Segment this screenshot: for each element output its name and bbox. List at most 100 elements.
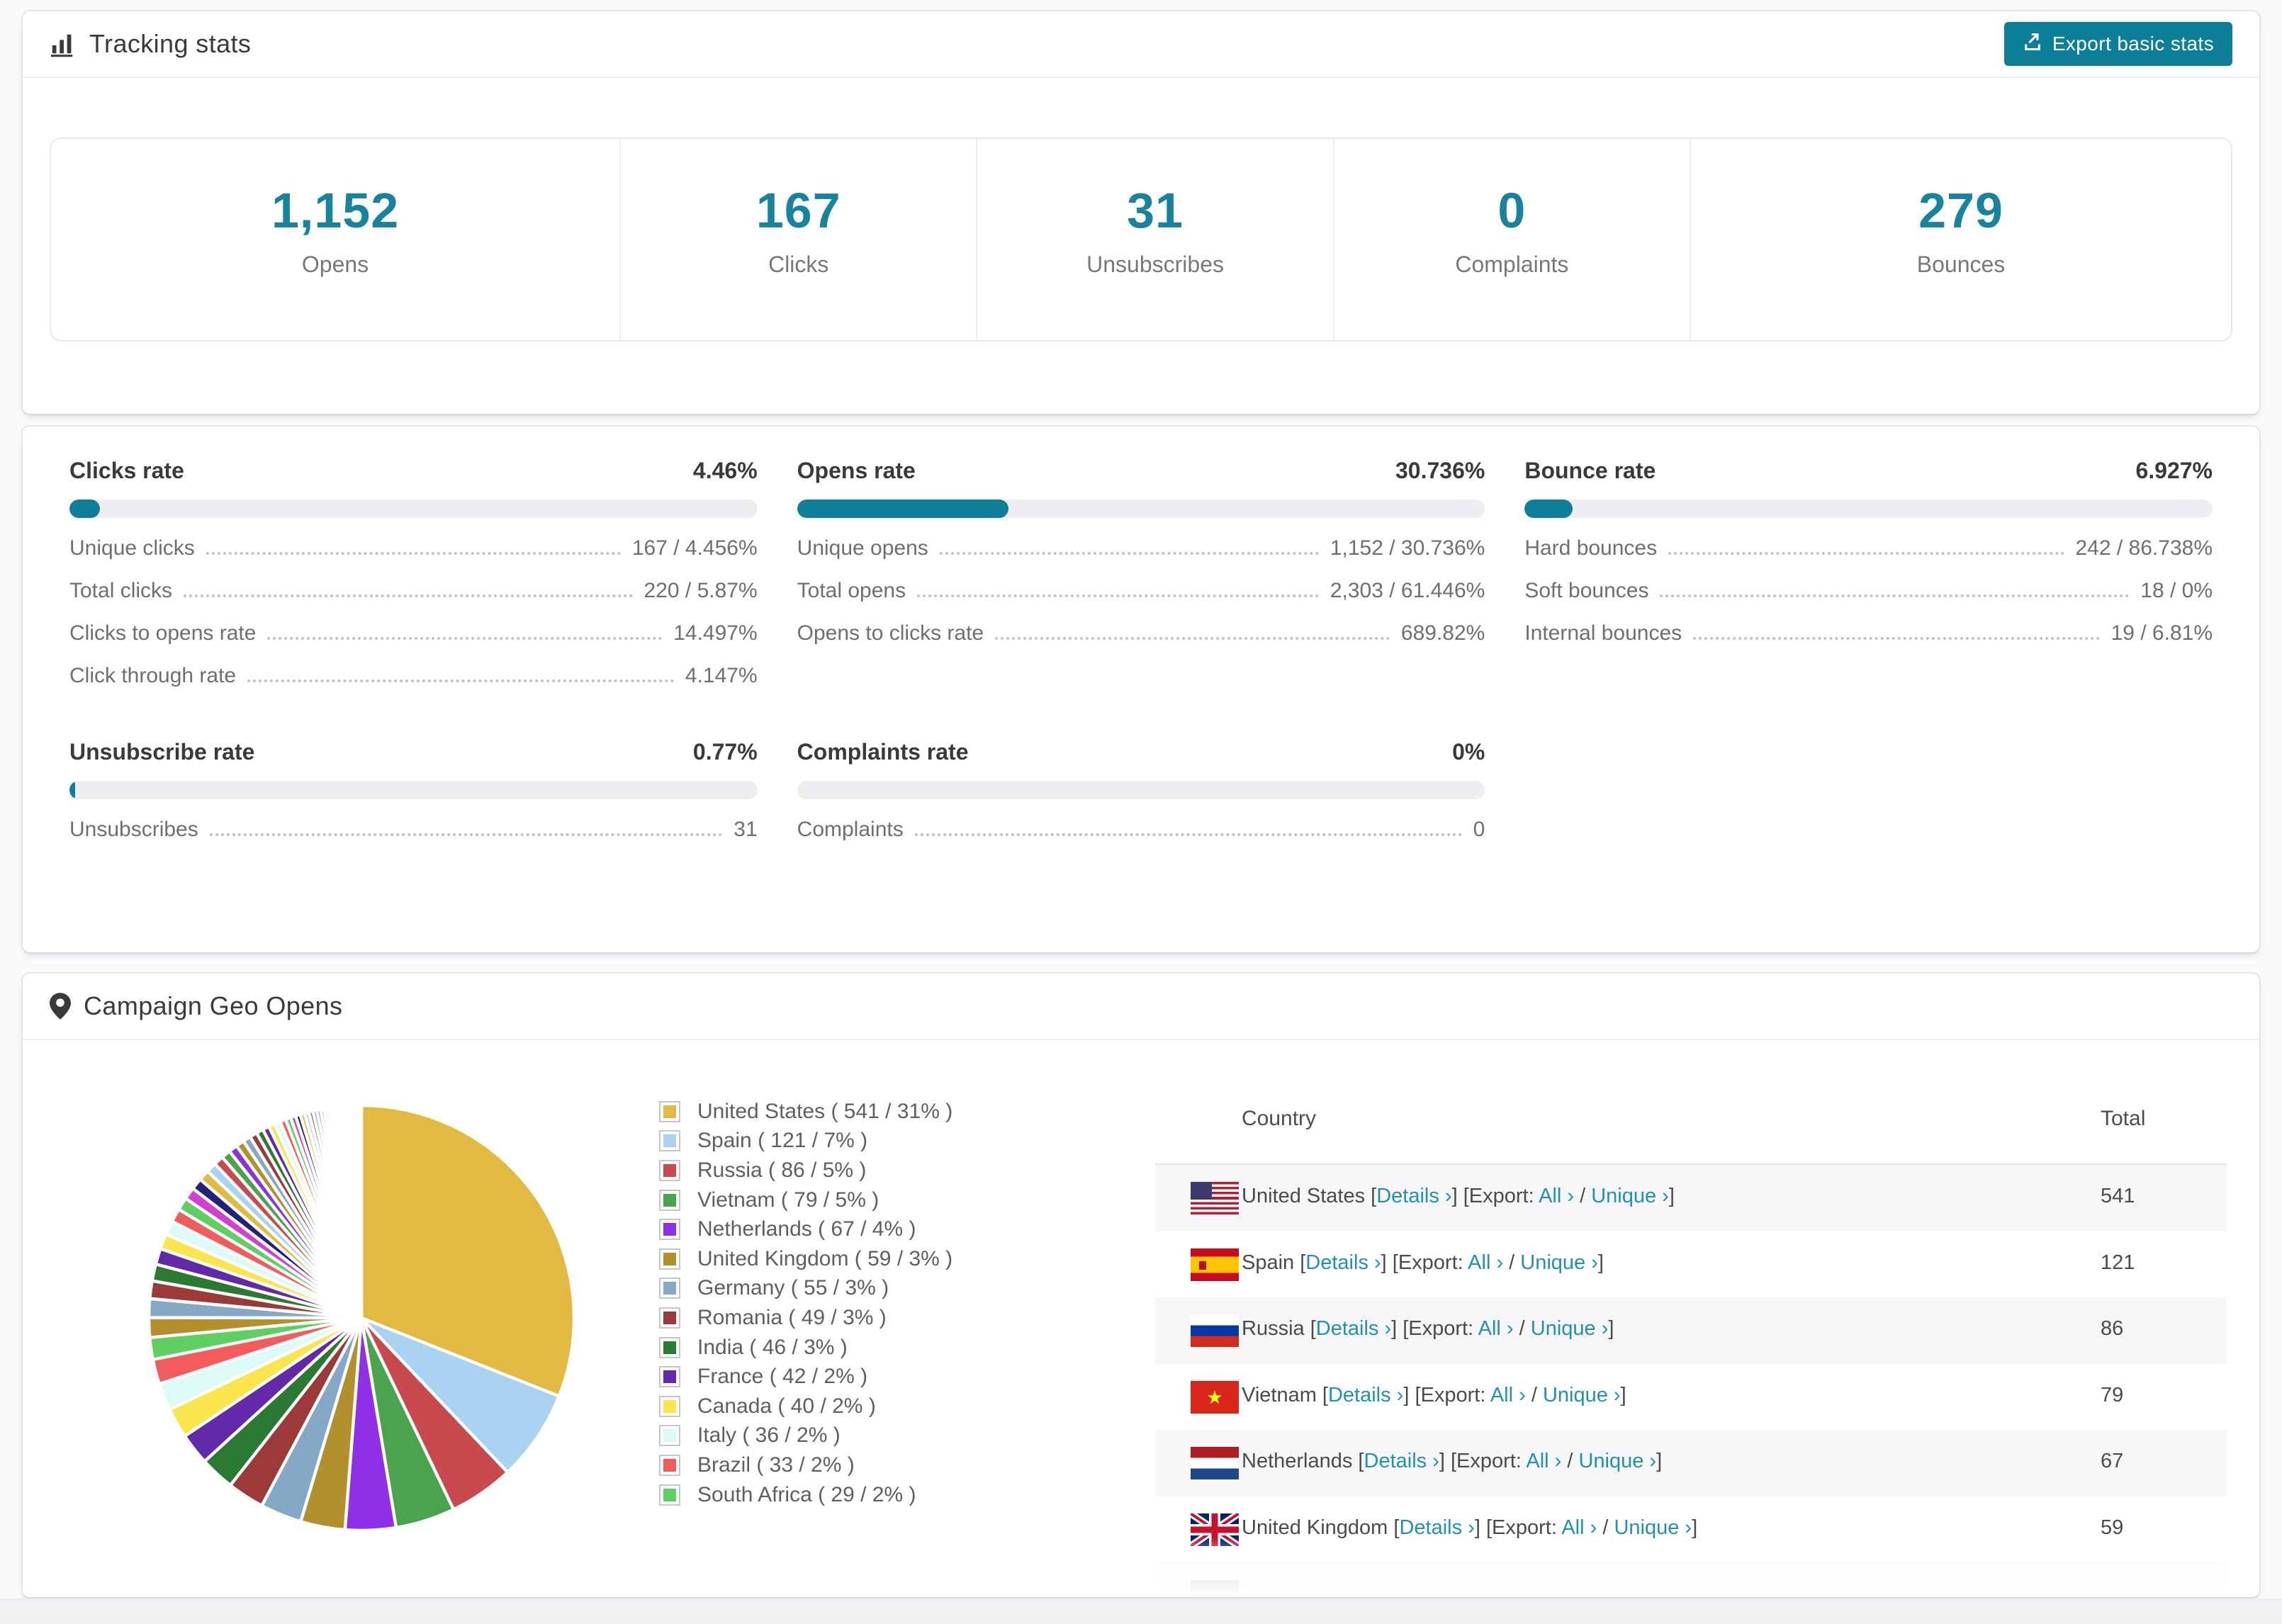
export-unique-link[interactable]: Unique › xyxy=(1543,1384,1621,1406)
export-all-link[interactable]: All › xyxy=(1468,1251,1503,1274)
legend-swatch xyxy=(659,1159,680,1181)
dotted-leader xyxy=(1660,594,2130,597)
rate-detail-row: Total clicks 220 / 5.87% xyxy=(69,579,758,603)
summary-stats-row: 1,152 Opens 167 Clicks 31 Unsubscribes 0 Compla… xyxy=(50,137,2232,342)
us-flag-icon xyxy=(1191,1182,1239,1214)
geo-table-body: United States [Details ›] [Export: All ›… xyxy=(1155,1165,2227,1597)
legend-item-brazil[interactable]: Brazil ( 33 / 2% ) xyxy=(659,1450,952,1480)
rate-value: 6.927% xyxy=(2135,458,2213,483)
rate-detail-row: Unsubscribes 31 xyxy=(69,818,758,842)
export-unique-link[interactable]: Unique › xyxy=(1578,1450,1656,1472)
legend-swatch xyxy=(659,1395,680,1417)
legend-item-netherlands[interactable]: Netherlands ( 67 / 4% ) xyxy=(659,1214,952,1244)
rate-detail-row: Complaints 0 xyxy=(797,818,1485,842)
stat-box-complaints: 0 Complaints xyxy=(1334,139,1692,340)
pie-slice-small[interactable] xyxy=(358,1103,364,1319)
legend-item-united-kingdom[interactable]: United Kingdom ( 59 / 3% ) xyxy=(659,1244,952,1274)
rate-block-bounce: Bounce rate 6.927% Hard bounces 242 / 86.73… xyxy=(1524,458,2213,688)
details-link[interactable]: Details › xyxy=(1316,1317,1391,1340)
legend-label: United States ( 541 / 31% ) xyxy=(697,1099,953,1123)
legend-swatch xyxy=(659,1454,680,1476)
export-unique-link[interactable]: Unique › xyxy=(1591,1185,1669,1207)
legend-item-south-africa[interactable]: South Africa ( 29 / 2% ) xyxy=(659,1480,952,1510)
stat-label: Complaints xyxy=(1455,251,1569,277)
legend-item-romania[interactable]: Romania ( 49 / 3% ) xyxy=(659,1303,952,1333)
legend-label: France ( 42 / 2% ) xyxy=(697,1365,868,1389)
geo-table-row-partial xyxy=(1155,1562,2227,1597)
geo-table-header-row: Country Total xyxy=(1155,1073,2227,1165)
legend-item-canada[interactable]: Canada ( 40 / 2% ) xyxy=(659,1392,952,1421)
rate-detail-value: 0 xyxy=(1473,818,1485,841)
rate-progress-track xyxy=(797,781,1485,799)
legend-item-spain[interactable]: Spain ( 121 / 7% ) xyxy=(659,1127,952,1156)
dotted-leader xyxy=(1693,637,2100,640)
tracking-stats-title-text: Tracking stats xyxy=(89,29,252,58)
vn-flag-icon xyxy=(1191,1380,1239,1414)
geo-title: Campaign Geo Opens xyxy=(50,991,342,1021)
campaign-stats-page: Tracking stats Export basic stats 1,152 O… xyxy=(0,0,2282,1624)
legend-item-united-states[interactable]: United States ( 541 / 31% ) xyxy=(659,1097,952,1127)
details-link[interactable]: Details › xyxy=(1376,1185,1451,1207)
es-flag-icon xyxy=(1191,1248,1239,1281)
geo-table-row: Netherlands [Details ›] [Export: All › /… xyxy=(1155,1430,2227,1496)
rates-grid: Clicks rate 4.46% Unique clicks 167 / 4.456… xyxy=(69,458,2213,842)
legend-item-italy[interactable]: Italy ( 36 / 2% ) xyxy=(659,1421,952,1451)
export-unique-link[interactable]: Unique › xyxy=(1520,1251,1598,1274)
rate-detail-value: 220 / 5.87% xyxy=(643,579,758,602)
tracking-stats-header: Tracking stats Export basic stats xyxy=(23,11,2259,78)
rate-detail-label: Opens to clicks rate xyxy=(797,621,984,645)
tracking-stats-card: Tracking stats Export basic stats 1,152 O… xyxy=(21,10,2261,415)
legend-item-germany[interactable]: Germany ( 55 / 3% ) xyxy=(659,1274,952,1304)
rate-detail-value: 167 / 4.456% xyxy=(631,536,758,560)
export-all-link[interactable]: All › xyxy=(1526,1450,1561,1472)
rate-detail-label: Unique clicks xyxy=(69,536,195,560)
export-basic-stats-button[interactable]: Export basic stats xyxy=(2003,22,2232,66)
geo-table-row: Vietnam [Details ›] [Export: All › / Uni… xyxy=(1155,1364,2227,1431)
rate-detail-label: Hard bounces xyxy=(1524,536,1658,560)
rate-progress-fill xyxy=(69,781,75,799)
export-all-link[interactable]: All › xyxy=(1478,1317,1514,1340)
export-all-link[interactable]: All › xyxy=(1539,1185,1574,1207)
legend-swatch xyxy=(659,1248,680,1270)
legend-item-france[interactable]: France ( 42 / 2% ) xyxy=(659,1362,952,1392)
stat-box-clicks: 167 Clicks xyxy=(621,139,978,340)
legend-label: Brazil ( 33 / 2% ) xyxy=(697,1453,855,1477)
legend-label: United Kingdom ( 59 / 3% ) xyxy=(697,1246,953,1270)
details-link[interactable]: Details › xyxy=(1364,1450,1439,1472)
stat-value: 0 xyxy=(1497,182,1527,238)
de-flag-icon xyxy=(1191,1579,1239,1597)
rate-progress-track xyxy=(69,500,758,518)
rate-progress-track xyxy=(797,500,1485,518)
rate-detail-value: 4.147% xyxy=(685,664,758,687)
stat-value: 167 xyxy=(755,182,841,238)
rate-title: Unsubscribe rate xyxy=(69,739,255,765)
export-all-link[interactable]: All › xyxy=(1561,1516,1597,1539)
total-cell: 67 xyxy=(2101,1450,2124,1473)
export-all-link[interactable]: All › xyxy=(1490,1384,1526,1406)
details-link[interactable]: Details › xyxy=(1305,1251,1381,1274)
rate-detail-value: 1,152 / 30.736% xyxy=(1330,536,1485,560)
details-link[interactable]: Details › xyxy=(1399,1516,1474,1539)
legend-swatch xyxy=(659,1130,680,1152)
dotted-leader xyxy=(914,833,1462,836)
geo-header: Campaign Geo Opens xyxy=(23,974,2259,1040)
dotted-leader xyxy=(247,680,674,682)
rate-progress-fill xyxy=(797,500,1008,518)
rate-title: Opens rate xyxy=(797,458,916,483)
export-unique-link[interactable]: Unique › xyxy=(1531,1317,1609,1340)
rate-detail-value: 2,303 / 61.446% xyxy=(1330,579,1485,602)
details-link[interactable]: Details › xyxy=(1328,1384,1403,1406)
legend-swatch xyxy=(659,1100,680,1122)
total-cell: 79 xyxy=(2101,1383,2124,1406)
country-cell: Russia [Details ›] [Export: All › / Uniq… xyxy=(1242,1317,1614,1341)
rate-detail-row: Clicks to opens rate 14.497% xyxy=(69,621,758,645)
rate-value: 0.77% xyxy=(692,739,758,765)
rate-progress-track xyxy=(69,781,758,799)
legend-item-india[interactable]: India ( 46 / 3% ) xyxy=(659,1333,952,1363)
geo-table-row: United States [Details ›] [Export: All ›… xyxy=(1155,1165,2227,1231)
legend-item-russia[interactable]: Russia ( 86 / 5% ) xyxy=(659,1156,952,1185)
export-unique-link[interactable]: Unique › xyxy=(1614,1516,1692,1539)
rate-detail-row: Unique clicks 167 / 4.456% xyxy=(69,536,758,560)
legend-item-vietnam[interactable]: Vietnam ( 79 / 5% ) xyxy=(659,1185,952,1215)
export-icon xyxy=(2023,32,2042,57)
